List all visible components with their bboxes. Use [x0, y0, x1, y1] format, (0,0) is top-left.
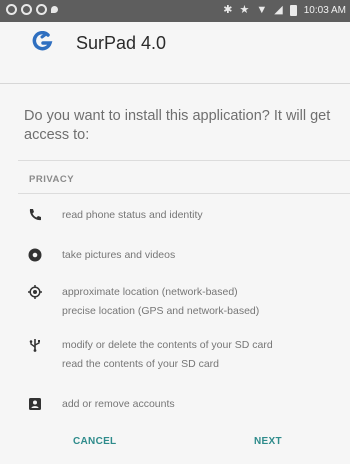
status-bar: ✱ ★ ▼ ◢ 10:03 AM [0, 0, 350, 22]
install-dialog-screen: ✱ ★ ▼ ◢ 10:03 AM SurPad 4.0 Do you want … [0, 0, 350, 464]
location-icon [51, 6, 58, 13]
notification-icons [6, 4, 58, 15]
notification-icon [6, 4, 17, 15]
surpad-app-icon [32, 31, 53, 51]
next-button[interactable]: NEXT [254, 436, 282, 447]
notification-icon [21, 4, 32, 15]
signal-icon: ◢ [274, 4, 283, 16]
clock: 10:03 AM [303, 4, 346, 16]
notification-icon [36, 4, 47, 15]
section-title: PRIVACY [29, 174, 75, 185]
dialog-buttons: CANCEL NEXT [0, 424, 350, 464]
permission-text: read phone status and identity [62, 209, 203, 221]
divider [18, 193, 350, 194]
usb-icon [29, 339, 40, 352]
system-icons: ✱ ★ ▼ ◢ 10:03 AM [223, 3, 346, 17]
camera-icon [28, 248, 42, 262]
permission-text: add or remove accounts [62, 398, 175, 410]
permission-text: read the contents of your SD card [62, 358, 220, 370]
app-header: SurPad 4.0 [0, 22, 350, 84]
wifi-icon: ▼ [256, 4, 268, 16]
permission-text: approximate location (network-based) [62, 286, 238, 298]
app-name: SurPad 4.0 [76, 33, 167, 53]
permission-text: take pictures and videos [62, 249, 176, 261]
battery-icon [289, 4, 297, 16]
location-icon [28, 285, 42, 299]
cancel-button[interactable]: CANCEL [73, 436, 116, 447]
phone-icon [29, 209, 41, 221]
accounts-icon [29, 398, 41, 410]
install-prompt: Do you want to install this application?… [24, 108, 331, 143]
permission-text: precise location (GPS and network-based) [62, 305, 260, 317]
star-icon: ★ [239, 4, 250, 16]
bluetooth-icon: ✱ [223, 4, 233, 16]
permission-text: modify or delete the contents of your SD… [62, 339, 273, 351]
divider [18, 160, 350, 161]
